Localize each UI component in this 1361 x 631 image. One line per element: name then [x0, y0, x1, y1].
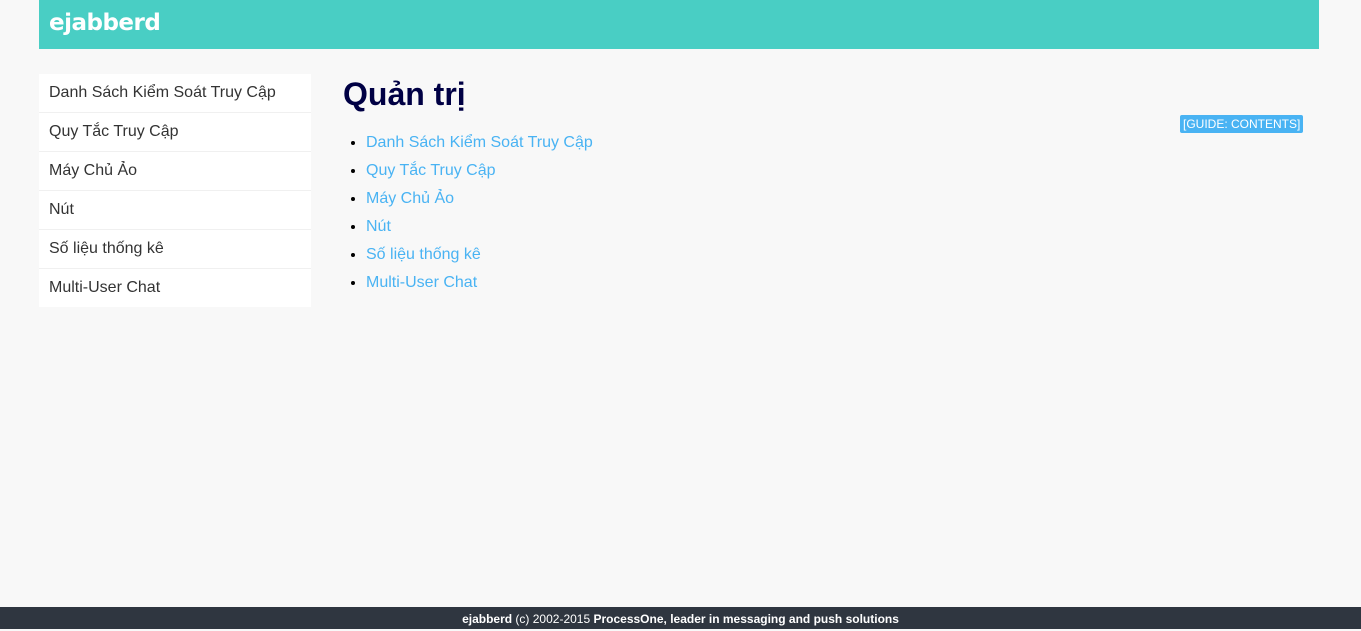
ejabberd-logo[interactable]: ejabberd [49, 9, 161, 37]
sidebar-item-statistics[interactable]: Số liệu thống kê [39, 230, 311, 269]
guide-contents-link[interactable]: [GUIDE: CONTENTS] [1180, 115, 1304, 133]
link-virtual-hosts[interactable]: Máy Chủ Ảo [366, 190, 454, 207]
list-item: Nút [366, 213, 1303, 241]
sidebar-item-access-rules[interactable]: Quy Tắc Truy Cập [39, 113, 311, 152]
list-item: Danh Sách Kiểm Soát Truy Cập [366, 129, 1303, 157]
sidebar-item-access-control-lists[interactable]: Danh Sách Kiểm Soát Truy Cập [39, 74, 311, 113]
link-nodes[interactable]: Nút [366, 218, 391, 235]
list-item: Multi-User Chat [366, 269, 1303, 297]
link-multi-user-chat[interactable]: Multi-User Chat [366, 274, 477, 291]
list-item: Quy Tắc Truy Cập [366, 157, 1303, 185]
list-item: Máy Chủ Ảo [366, 185, 1303, 213]
footer-product: ejabberd [462, 612, 513, 626]
sidebar-item-multi-user-chat[interactable]: Multi-User Chat [39, 269, 311, 307]
sidebar-item-virtual-hosts[interactable]: Máy Chủ Ảo [39, 152, 311, 191]
link-access-rules[interactable]: Quy Tắc Truy Cập [366, 162, 496, 179]
footer-company: ProcessOne, leader in messaging and push… [593, 612, 899, 626]
link-access-control-lists[interactable]: Danh Sách Kiểm Soát Truy Cập [366, 134, 593, 151]
main-content: Quản trị [GUIDE: CONTENTS] Danh Sách Kiể… [343, 74, 1304, 297]
footer: ejabberd (c) 2002-2015 ProcessOne, leade… [0, 607, 1361, 629]
admin-menu-list: Danh Sách Kiểm Soát Truy Cập Quy Tắc Tru… [343, 129, 1303, 297]
list-item: Số liệu thống kê [366, 241, 1303, 269]
footer-copyright: (c) 2002-2015 [512, 612, 594, 626]
page-title: Quản trị [343, 76, 466, 112]
sidebar-nav: Danh Sách Kiểm Soát Truy Cập Quy Tắc Tru… [39, 74, 311, 307]
top-header: ejabberd [39, 0, 1319, 49]
link-statistics[interactable]: Số liệu thống kê [366, 246, 481, 263]
sidebar-item-nodes[interactable]: Nút [39, 191, 311, 230]
